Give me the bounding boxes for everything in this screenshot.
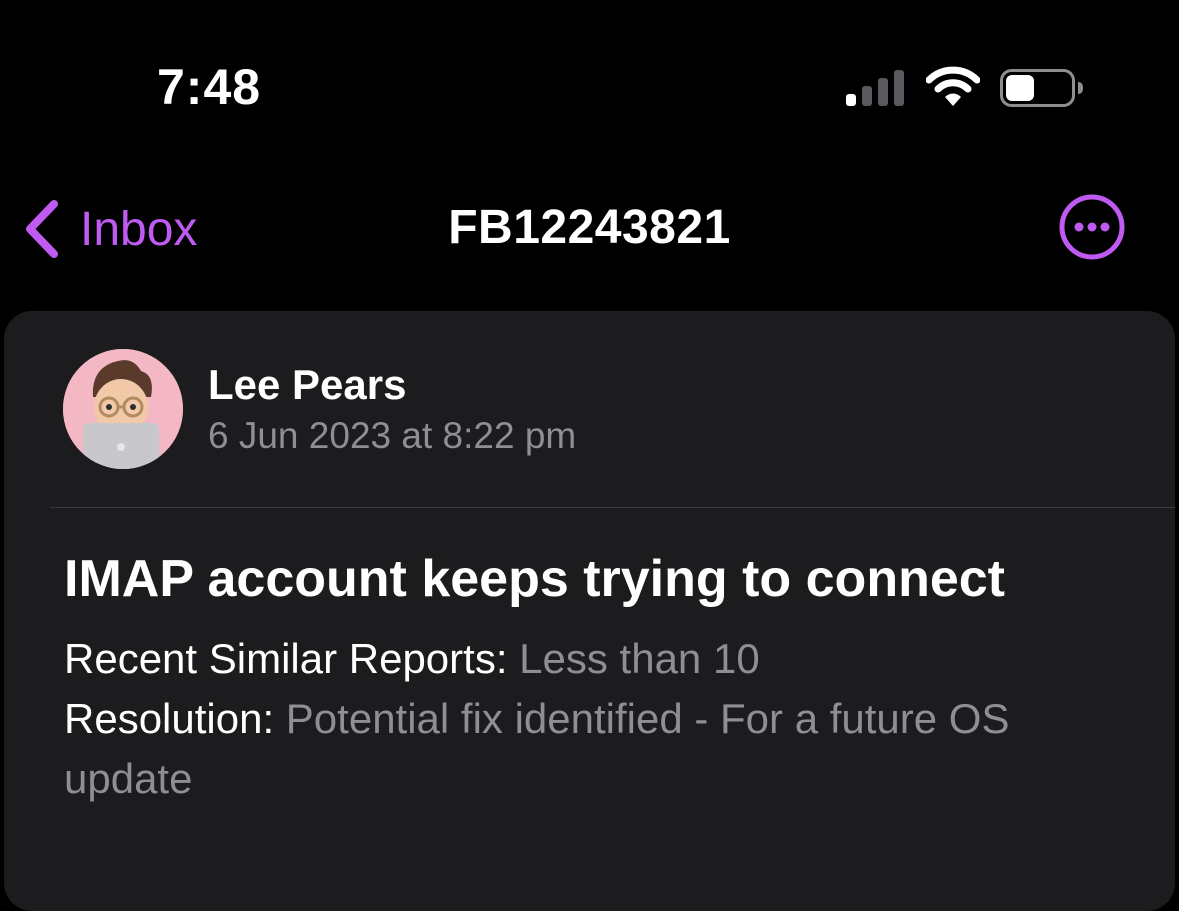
message-date: 6 Jun 2023 at 8:22 pm [208,415,577,456]
wifi-icon [926,66,980,106]
divider [50,507,1175,508]
battery-icon [1000,69,1083,107]
avatar[interactable] [63,349,183,469]
cellular-signal-icon [846,70,904,106]
page-title: FB12243821 [448,201,731,254]
similar-reports-label: Recent Similar Reports: [64,635,508,682]
resolution-line: Resolution: Potential fix identified - F… [64,689,1124,809]
message-card: Lee Pears 6 Jun 2023 at 8:22 pm IMAP acc… [4,311,1175,911]
navigation-bar: Inbox FB12243821 [0,180,1179,280]
similar-reports-line: Recent Similar Reports: Less than 10 [64,629,1124,689]
ellipsis-circle-icon[interactable] [1058,193,1126,261]
status-bar: 7:48 [0,0,1179,150]
sender-name[interactable]: Lee Pears [208,361,406,409]
message-body: Recent Similar Reports: Less than 10 Res… [64,629,1124,809]
similar-reports-value: Less than 10 [519,635,760,682]
message-subject: IMAP account keeps trying to connect [64,550,1006,608]
status-time: 7:48 [157,59,262,115]
resolution-label: Resolution: [64,695,275,742]
